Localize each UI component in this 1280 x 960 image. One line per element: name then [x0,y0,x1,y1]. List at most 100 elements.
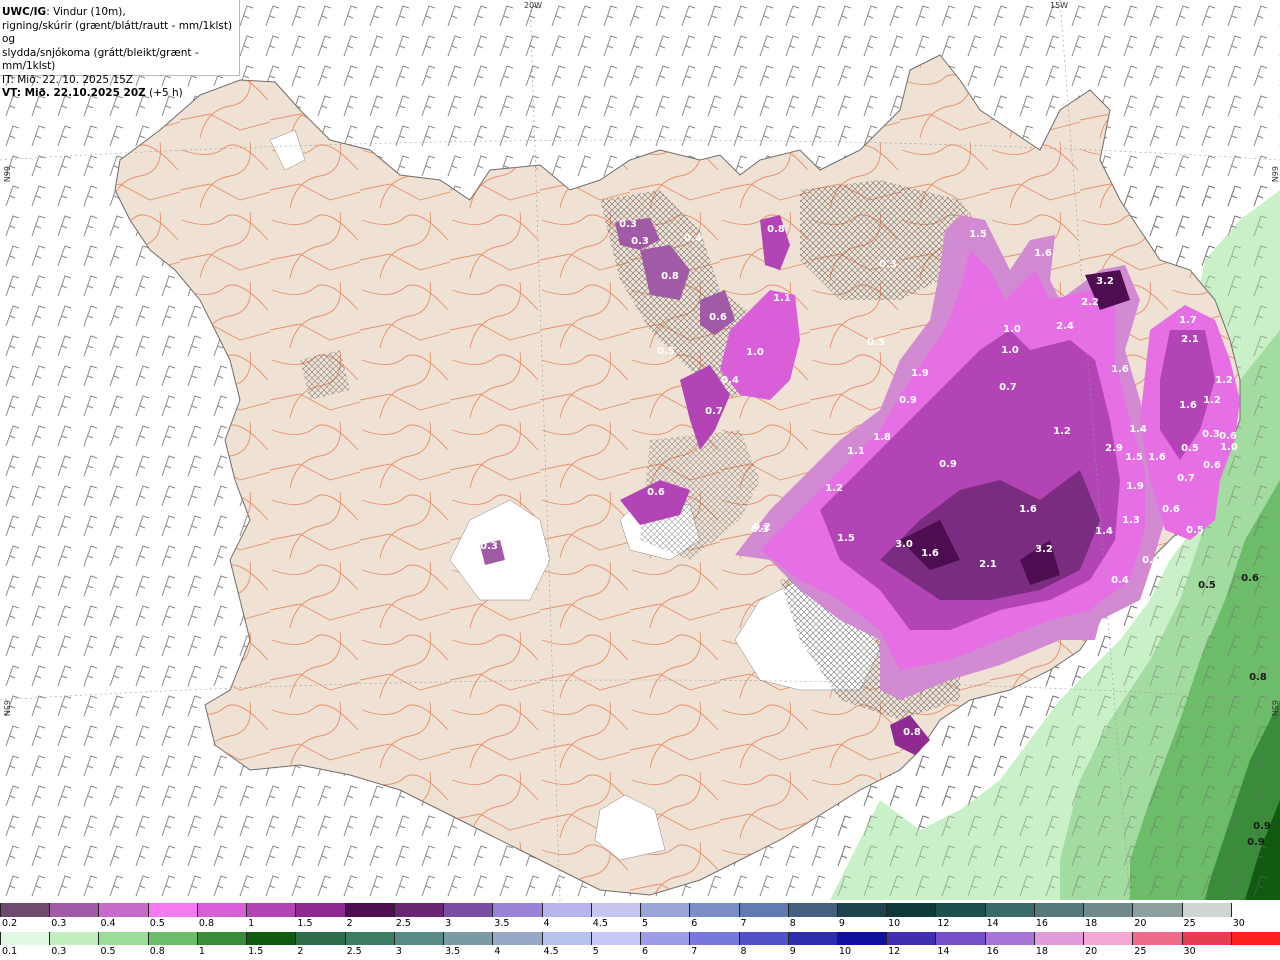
rain-legend-label: 18 [1035,946,1048,957]
rain-legend-label: 9 [789,946,796,957]
valid-time: VT: Mið. 22.10.2025 20Z [2,87,146,99]
snow-value-label: 0.8 [767,224,785,235]
rain-value-label: 0.9 [1247,837,1265,848]
rain-legend-swatch [984,932,1034,945]
snow-value-label: 0.5 [867,337,885,348]
snow-legend-swatch [1132,903,1182,917]
snow-legend-swatch [836,903,887,917]
info-line-1-rest: : Vindur (10m), [46,6,126,18]
rain-legend-swatch [886,932,936,945]
rain-legend-swatch [443,932,493,945]
snow-value-label: 0.6 [1142,555,1160,566]
snow-value-label: 1.1 [773,293,791,304]
snow-legend-swatch [1033,903,1084,917]
snow-value-label: 1.2 [1203,395,1221,406]
snow-legend-swatch [492,903,542,917]
snow-legend-label: 0.4 [100,918,116,929]
snow-value-label: 1.6 [1111,364,1129,375]
rain-legend-label: 30 [1183,946,1196,957]
snow-legend-label: 2.5 [395,918,411,929]
rain-legend-label: 0.3 [51,946,67,957]
snow-legend-swatch [689,903,739,917]
rain-legend-swatch [1033,932,1084,945]
snow-value-label: 0.3 [631,236,649,247]
snow-value-label: 0.9 [939,459,957,470]
snow-value-label: 0.6 [1162,504,1180,515]
rain-legend-label: 1.5 [248,946,264,957]
rain-legend-label: 2 [297,946,304,957]
snow-value-label: 1.5 [837,533,855,544]
snow-value-label: 0.4 [684,233,702,244]
rain-legend-swatch [1181,932,1231,945]
snow-legend-swatch [984,903,1034,917]
snow-legend-swatch [0,903,50,917]
snow-value-label: 1.7 [1179,315,1197,326]
rain-legend-label: 2.5 [346,946,362,957]
snow-value-label: 1.6 [1179,400,1197,411]
snow-value-label: 1.2 [825,483,843,494]
snow-value-label: 3.0 [895,539,913,550]
snow-value-label: 0.5 [1186,525,1204,536]
snow-legend-swatch [935,903,985,917]
snow-legend-label: 3.5 [494,918,510,929]
snow-value-label: 1.5 [969,229,987,240]
snow-legend-label: 8 [789,918,796,929]
rain-legend-label: 5 [592,946,599,957]
info-line-1: UWC/IG: Vindur (10m), [2,6,239,20]
snow-value-label: 0.3 [879,259,897,270]
rain-legend-label: 1 [198,946,205,957]
snow-value-label: 3.2 [1096,276,1114,287]
lat-label-65n-right: 65N [1270,700,1279,717]
snow-value-label: 1.5 [1125,452,1143,463]
rain-legend-swatch [49,932,99,945]
snow-legend-label: 1 [248,918,255,929]
snow-value-label: 0.8 [903,727,921,738]
snow-legend-swatch [196,903,247,917]
rain-legend-label: 4 [494,946,501,957]
snow-value-label: 0.3 [480,541,498,552]
rain-legend-swatch [640,932,690,945]
rain-legend-swatch [492,932,542,945]
snow-legend-swatch [1083,903,1133,917]
snow-value-label: 2.4 [1056,321,1074,332]
rain-legend-swatch [590,932,641,945]
rain-legend-label: 6 [642,946,649,957]
valid-time-offset: (+5 h) [145,87,183,99]
snow-legend-label: 16 [1035,918,1048,929]
rain-legend-label: 14 [937,946,950,957]
snow-value-label: 0.6 [1219,431,1237,442]
info-line-3: slydda/snjókoma (grátt/bleikt/grænt - mm… [2,46,199,73]
rain-legend-bar [0,932,1280,945]
rain-value-label: 0.8 [1249,672,1267,683]
rain-legend-label: 0.5 [100,946,116,957]
map-info-box: UWC/IG: Vindur (10m), rigning/skúrir (gr… [0,0,240,99]
snow-legend-label: 1.5 [297,918,313,929]
snow-value-label: 0.8 [661,271,679,282]
snow-legend-label: 0.2 [2,918,18,929]
snow-legend-label: 20 [1134,918,1147,929]
rain-legend-swatch [147,932,197,945]
snow-value-label: 3.2 [1035,544,1053,555]
snow-legend-swatch [393,903,444,917]
snow-value-label: 0.7 [999,382,1017,393]
rain-legend-swatch [344,932,394,945]
snow-value-label: 0.5 [1181,443,1199,454]
snow-value-label: 1.8 [873,432,891,443]
rain-legend-swatch [935,932,985,945]
rain-legend-swatch [1132,932,1182,945]
snow-value-label: 0.3 [1202,429,1220,440]
snow-value-label: 0.4 [721,375,739,386]
snow-legend-swatch [738,903,788,917]
lat-label-66n-right: 66N [1270,166,1279,183]
rain-legend-label: 3.5 [445,946,461,957]
snow-value-label: 0.7 [1177,473,1195,484]
rain-legend-swatch [98,932,148,945]
rain-legend-label: 7 [691,946,698,957]
snow-value-label: 1.6 [1148,452,1166,463]
snow-value-label: 1.9 [1126,481,1144,492]
rain-legend-swatch [738,932,788,945]
snow-value-label: 1.0 [1003,324,1021,335]
model-name: UWC/IG [2,6,47,18]
snow-value-label: 1.0 [1220,442,1238,453]
info-line-5: VT: Mið. 22.10.2025 20Z (+5 h) [2,87,239,101]
